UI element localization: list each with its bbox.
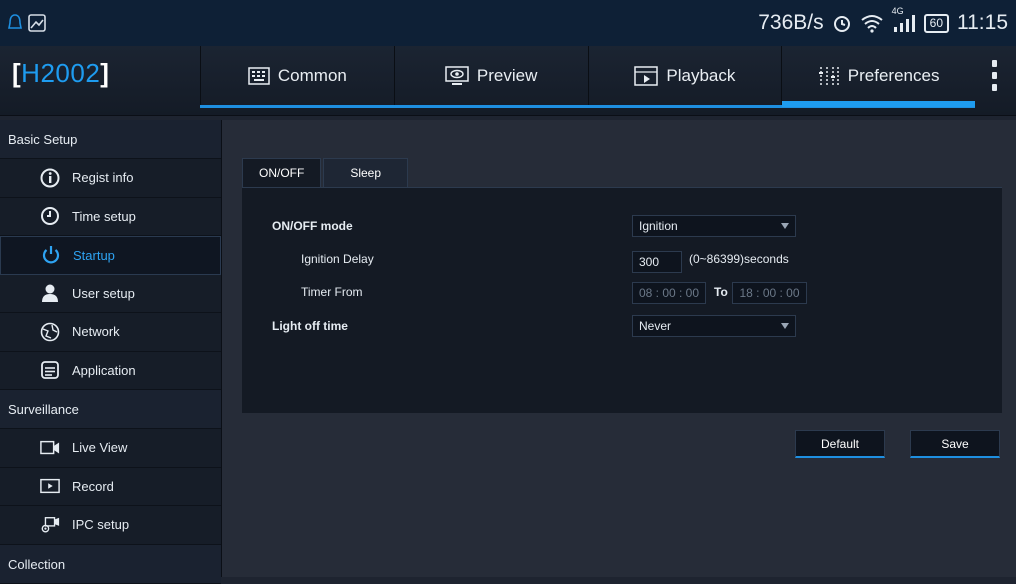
ignition-delay-label: Ignition Delay bbox=[301, 252, 374, 266]
sidebar-item-record[interactable]: Record bbox=[0, 468, 221, 506]
net-speed: 736B/s bbox=[758, 11, 824, 34]
default-button[interactable]: Default bbox=[795, 430, 885, 458]
monitor-icon bbox=[445, 65, 469, 85]
status-bar: 736B/s 4G 60 11:15 bbox=[0, 0, 1016, 46]
clock: 11:15 bbox=[957, 11, 1008, 34]
alarm-icon bbox=[832, 13, 852, 33]
on-off-mode-value: Ignition bbox=[639, 219, 678, 233]
device-name-text: H2002 bbox=[21, 58, 101, 88]
sidebar-item-label: User setup bbox=[72, 285, 135, 301]
image-icon bbox=[28, 14, 46, 32]
sidebar-item-label: Regist info bbox=[72, 170, 134, 186]
chevron-down-icon bbox=[781, 323, 789, 329]
tab-sleep[interactable]: Sleep bbox=[323, 158, 409, 188]
network-icon bbox=[40, 322, 60, 342]
save-button[interactable]: Save bbox=[910, 430, 1000, 458]
tab-preview-label: Preview bbox=[476, 65, 538, 85]
sidebar-section-surveillance[interactable]: Surveillance bbox=[0, 390, 221, 429]
main-tabs: Common Preview Playback Preferences bbox=[200, 46, 975, 108]
sidebar-item-ipc-setup[interactable]: IPC setup bbox=[0, 506, 221, 545]
tab-common[interactable]: Common bbox=[200, 46, 394, 105]
content-tabs: ON/OFF Sleep bbox=[242, 158, 410, 188]
timer-to-label: To bbox=[714, 285, 728, 299]
ignition-delay-hint: (0~86399)seconds bbox=[689, 252, 789, 266]
sidebar: Basic Setup Regist info Time setup Start… bbox=[0, 120, 222, 584]
clock-icon bbox=[40, 206, 60, 226]
chevron-down-icon bbox=[781, 223, 789, 229]
on-off-mode-select[interactable]: Ignition bbox=[632, 215, 796, 237]
tab-on-off[interactable]: ON/OFF bbox=[242, 158, 322, 188]
sidebar-item-label: Record bbox=[72, 478, 114, 494]
playback-icon bbox=[634, 65, 659, 86]
light-off-time-select[interactable]: Never bbox=[632, 315, 796, 337]
settings-panel: ON/OFF mode Ignition Ignition Delay 300 … bbox=[242, 187, 1002, 413]
light-off-time-label: Light off time bbox=[272, 319, 348, 333]
sidebar-item-label: Application bbox=[72, 362, 136, 378]
sidebar-item-application[interactable]: Application bbox=[0, 352, 221, 390]
tab-playback[interactable]: Playback bbox=[587, 46, 782, 105]
ipc-camera-icon bbox=[40, 515, 60, 535]
timer-from-label: Timer From bbox=[301, 285, 363, 299]
sidebar-item-live-view[interactable]: Live View bbox=[0, 429, 221, 468]
sidebar-item-label: Network bbox=[72, 324, 120, 340]
overflow-menu-icon[interactable] bbox=[992, 60, 1000, 91]
tab-playback-label: Playback bbox=[666, 65, 736, 85]
sidebar-item-startup[interactable]: Startup bbox=[0, 236, 221, 275]
main-content: ON/OFF Sleep ON/OFF mode Ignition Igniti… bbox=[222, 120, 1016, 577]
sidebar-item-label: Startup bbox=[73, 247, 115, 263]
sidebar-item-label: IPC setup bbox=[72, 517, 130, 533]
sidebar-item-label: Time setup bbox=[72, 208, 136, 224]
power-icon bbox=[41, 245, 61, 265]
light-off-time-value: Never bbox=[639, 319, 672, 333]
sliders-icon bbox=[818, 66, 839, 85]
info-icon bbox=[40, 168, 60, 188]
signal-label: 4G bbox=[891, 6, 904, 16]
sidebar-item-network[interactable]: Network bbox=[0, 313, 221, 352]
tab-preview[interactable]: Preview bbox=[393, 46, 588, 105]
sidebar-item-time-setup[interactable]: Time setup bbox=[0, 198, 221, 236]
signal-icon: 4G bbox=[892, 6, 916, 33]
sidebar-section-basic-setup[interactable]: Basic Setup bbox=[0, 120, 221, 159]
on-off-mode-label: ON/OFF mode bbox=[272, 219, 353, 233]
wifi-icon bbox=[860, 13, 884, 33]
record-icon bbox=[40, 476, 60, 496]
app-header: [H2002] Common Preview Playback Preferen… bbox=[0, 46, 1016, 116]
sidebar-item-regist-info[interactable]: Regist info bbox=[0, 159, 221, 198]
device-name: [H2002] bbox=[12, 58, 110, 88]
sidebar-item-user-setup[interactable]: User setup bbox=[0, 275, 221, 313]
timer-from-input[interactable]: 08 : 00 : 00 bbox=[632, 282, 706, 304]
sidebar-item-label: Live View bbox=[72, 440, 128, 456]
camera-icon bbox=[40, 438, 60, 458]
tab-preferences[interactable]: Preferences bbox=[781, 46, 975, 107]
sidebar-section-collection[interactable]: Collection bbox=[0, 544, 221, 584]
user-icon bbox=[40, 283, 60, 303]
document-icon bbox=[40, 360, 60, 380]
ignition-delay-input[interactable]: 300 bbox=[632, 251, 682, 273]
notification-icon bbox=[8, 13, 22, 33]
keyboard-icon bbox=[248, 66, 270, 85]
tab-preferences-label: Preferences bbox=[847, 65, 940, 85]
timer-to-input[interactable]: 18 : 00 : 00 bbox=[732, 282, 807, 304]
battery-indicator: 60 bbox=[923, 13, 949, 33]
tab-common-label: Common bbox=[277, 65, 347, 85]
